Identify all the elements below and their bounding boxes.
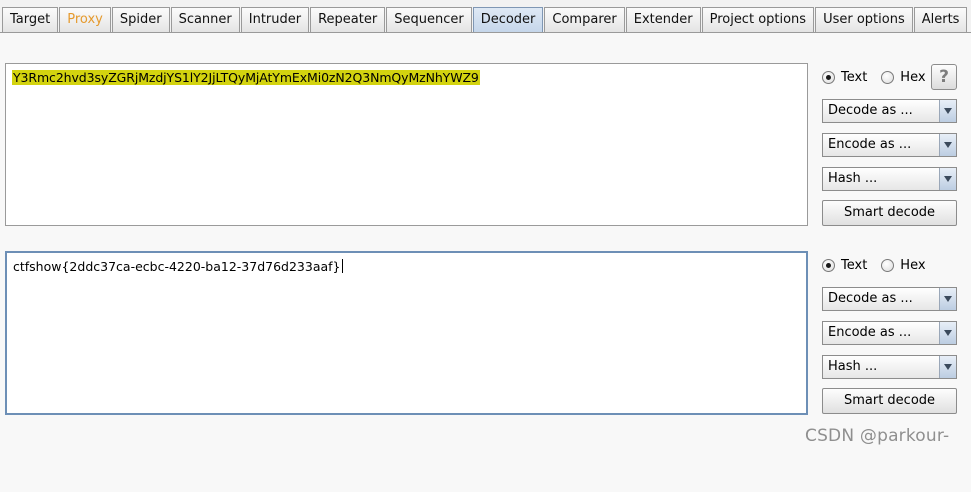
input-format-radios: Text Hex ? — [822, 64, 958, 90]
output-hex-radio-label: Hex — [900, 257, 926, 273]
chevron-down-icon — [939, 100, 956, 122]
input-controls: Text Hex ? Decode as ... Encode as ... H… — [822, 64, 958, 226]
tab-alerts[interactable]: Alerts — [913, 7, 968, 32]
tab-row: Target Proxy Spider Scanner Intruder Rep… — [2, 7, 968, 33]
tab-comparer[interactable]: Comparer — [544, 7, 625, 32]
chevron-down-icon — [939, 168, 956, 190]
output-format-radios: Text Hex — [822, 253, 958, 277]
input-hash-select[interactable]: Hash ... — [822, 167, 957, 191]
chevron-down-icon — [939, 288, 956, 310]
input-hex-radio-label: Hex — [900, 69, 926, 85]
tab-strip: Target Proxy Spider Scanner Intruder Rep… — [0, 0, 971, 34]
input-text-radio[interactable] — [822, 70, 835, 84]
tab-intruder[interactable]: Intruder — [240, 7, 310, 32]
output-smart-decode-button[interactable]: Smart decode — [822, 388, 957, 414]
output-hash-select[interactable]: Hash ... — [822, 355, 957, 379]
chevron-down-icon — [939, 134, 956, 156]
tab-sequencer[interactable]: Sequencer — [386, 7, 472, 32]
output-text-area[interactable]: ctfshow{2ddc37ca-ecbc-4220-ba12-37d76d23… — [5, 251, 808, 415]
output-decode-as-label: Decode as ... — [828, 291, 913, 306]
output-hash-label: Hash ... — [828, 359, 878, 374]
input-decode-as-label: Decode as ... — [828, 103, 913, 118]
input-text-area[interactable]: Y3Rmc2hvd3syZGRjMzdjYS1lY2JjLTQyMjAtYmEx… — [5, 63, 808, 226]
output-text-radio-label: Text — [841, 257, 868, 273]
tab-project-options[interactable]: Project options — [701, 7, 815, 32]
input-hash-label: Hash ... — [828, 171, 878, 186]
chevron-down-icon — [939, 356, 956, 378]
input-smart-decode-button[interactable]: Smart decode — [822, 200, 957, 226]
tab-extender[interactable]: Extender — [625, 7, 701, 32]
tab-spider[interactable]: Spider — [111, 7, 170, 32]
help-icon[interactable]: ? — [931, 64, 957, 90]
tab-decoder[interactable]: Decoder — [472, 7, 544, 32]
output-controls: Text Hex Decode as ... Encode as ... Has… — [822, 253, 958, 414]
chevron-down-icon — [939, 322, 956, 344]
input-hex-radio[interactable] — [881, 70, 895, 84]
text-caret — [341, 259, 343, 273]
output-text-radio[interactable] — [822, 258, 835, 272]
watermark: CSDN @parkour- — [805, 426, 950, 446]
output-text: ctfshow{2ddc37ca-ecbc-4220-ba12-37d76d23… — [13, 259, 341, 274]
tab-repeater[interactable]: Repeater — [310, 7, 386, 32]
decoder-panel: Y3Rmc2hvd3syZGRjMzdjYS1lY2JjLTQyMjAtYmEx… — [0, 33, 971, 492]
input-decode-as-select[interactable]: Decode as ... — [822, 99, 957, 123]
tab-user-options[interactable]: User options — [815, 7, 913, 32]
input-encode-as-select[interactable]: Encode as ... — [822, 133, 957, 157]
tab-scanner[interactable]: Scanner — [170, 7, 240, 32]
input-selected-text: Y3Rmc2hvd3syZGRjMzdjYS1lY2JjLTQyMjAtYmEx… — [12, 70, 480, 85]
tab-target[interactable]: Target — [2, 7, 59, 32]
tab-proxy[interactable]: Proxy — [59, 7, 111, 32]
output-decode-as-select[interactable]: Decode as ... — [822, 287, 957, 311]
output-hex-radio[interactable] — [881, 258, 895, 272]
output-encode-as-label: Encode as ... — [828, 325, 912, 340]
output-encode-as-select[interactable]: Encode as ... — [822, 321, 957, 345]
input-text-radio-label: Text — [841, 69, 868, 85]
input-encode-as-label: Encode as ... — [828, 137, 912, 152]
